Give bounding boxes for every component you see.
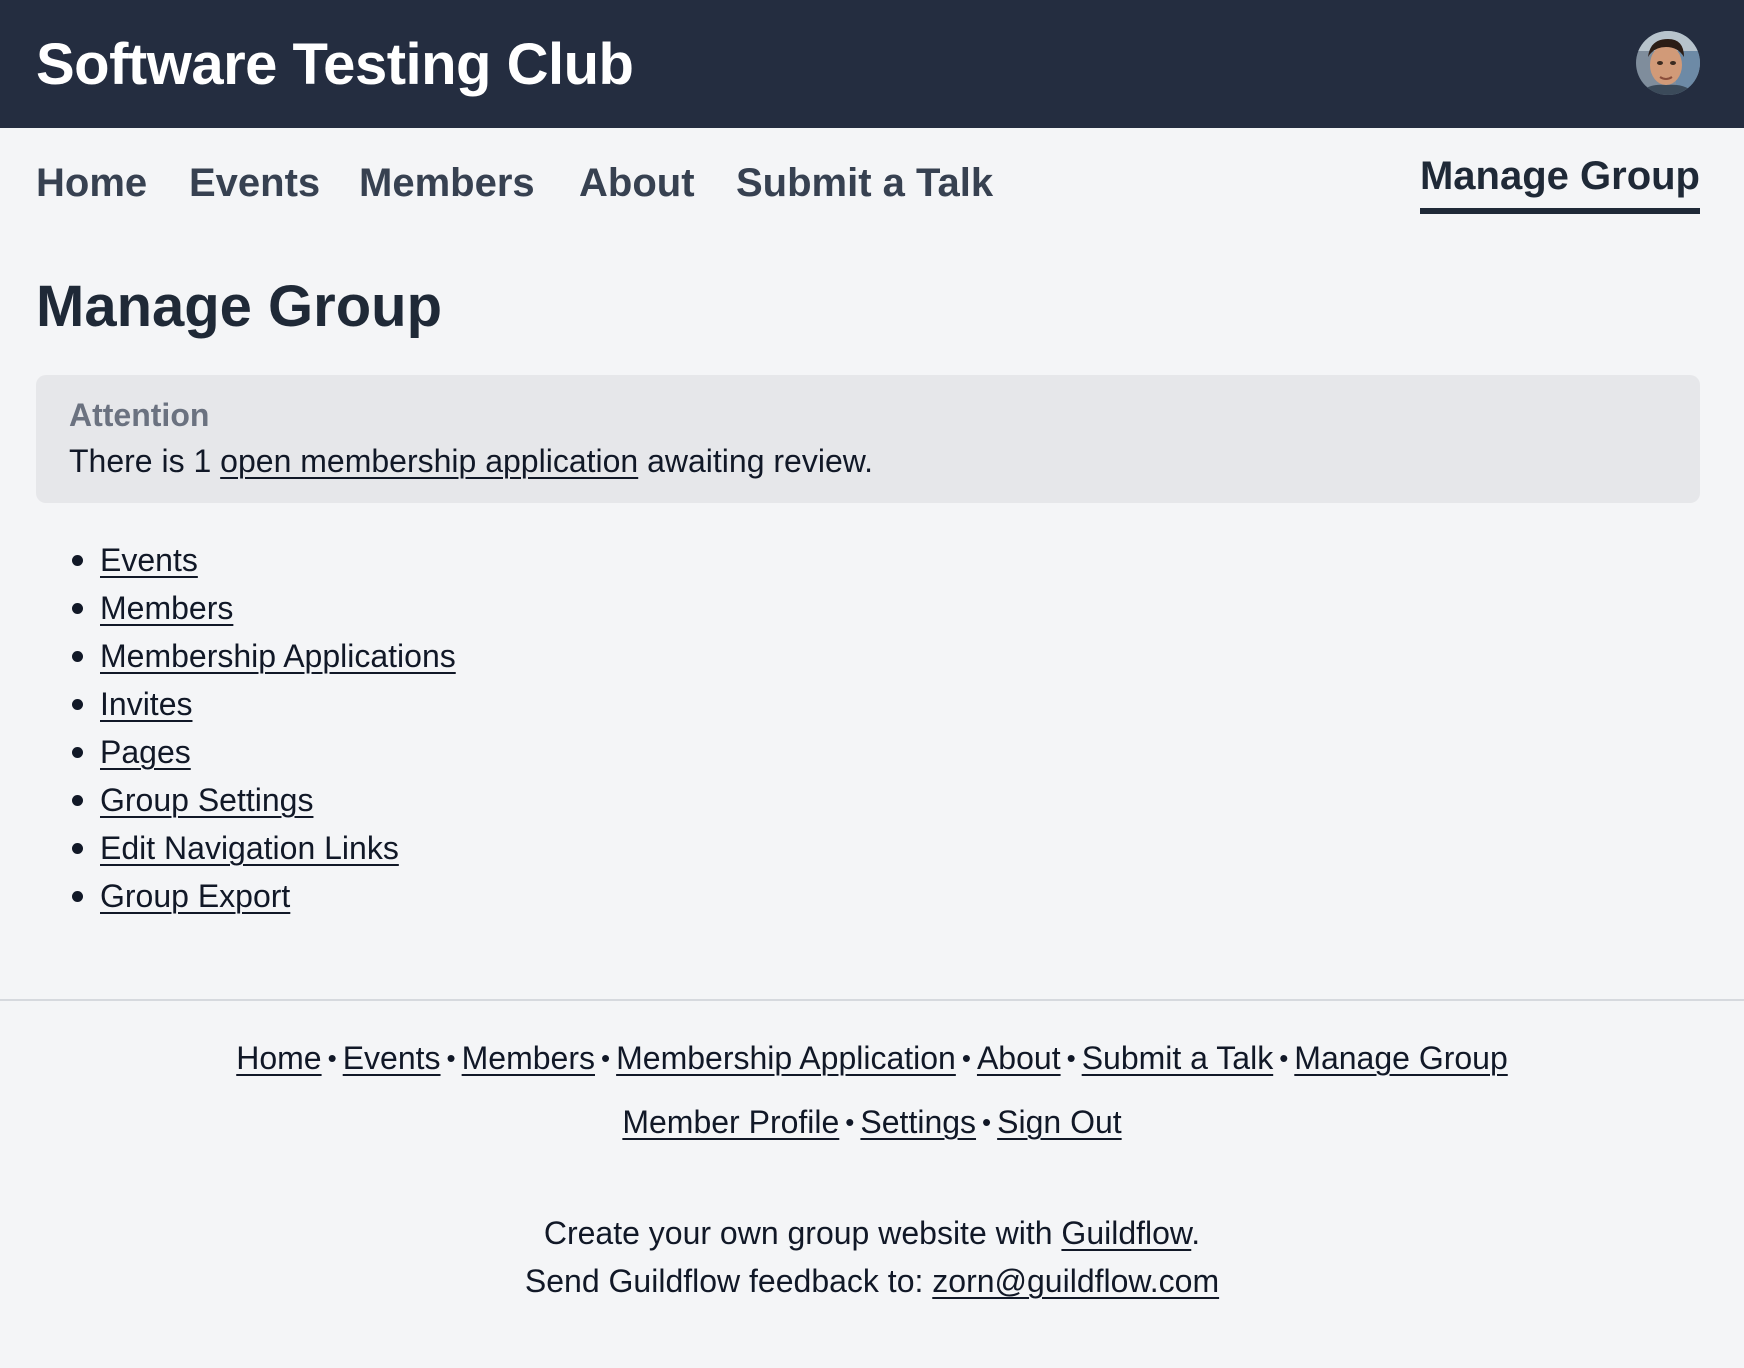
list-item: Events (62, 538, 456, 586)
list-item: Pages (62, 730, 456, 778)
footer-submit-a-talk-link[interactable]: Submit a Talk (1082, 1040, 1274, 1076)
pages-link[interactable]: Pages (100, 734, 191, 770)
list-item: Group Settings (62, 778, 456, 826)
open-application-link[interactable]: open membership application (220, 443, 638, 479)
footer-divider (0, 999, 1744, 1001)
alert-message: There is 1 open membership application a… (69, 441, 873, 481)
separator: • (961, 1043, 971, 1073)
list-item: Invites (62, 682, 456, 730)
footer-member-profile-link[interactable]: Member Profile (622, 1104, 839, 1140)
alert-message-suffix: awaiting review. (638, 443, 873, 479)
site-title[interactable]: Software Testing Club (36, 30, 634, 100)
footer-nav-primary: Home • Events • Members • Membership Applicati… (0, 1036, 1744, 1080)
invites-link[interactable]: Invites (100, 686, 192, 722)
page-title: Manage Group (36, 274, 443, 339)
bullet-icon (72, 651, 83, 662)
list-item: Edit Navigation Links (62, 826, 456, 874)
manage-events-link[interactable]: Events (100, 542, 198, 578)
nav-manage-group[interactable]: Manage Group (1419, 152, 1700, 214)
list-item: Group Export (62, 874, 456, 922)
feedback-email-link[interactable]: zorn@guildflow.com (932, 1263, 1219, 1299)
nav-submit-a-talk[interactable]: Submit a Talk (736, 159, 993, 207)
manage-members-link[interactable]: Members (100, 590, 233, 626)
separator: • (982, 1107, 992, 1137)
footer-feedback: Send Guildflow feedback to: zorn@guildfl… (0, 1259, 1744, 1303)
bullet-icon (72, 603, 83, 614)
membership-applications-link[interactable]: Membership Applications (100, 638, 456, 674)
user-avatar-icon[interactable] (1636, 31, 1700, 95)
footer-manage-group-link[interactable]: Manage Group (1294, 1040, 1507, 1076)
footer-settings-link[interactable]: Settings (860, 1104, 976, 1140)
site-header: Software Testing Club (0, 0, 1744, 128)
guildflow-link[interactable]: Guildflow (1061, 1215, 1191, 1251)
separator: • (1066, 1043, 1076, 1073)
bullet-icon (72, 699, 83, 710)
footer-events-link[interactable]: Events (343, 1040, 441, 1076)
footer-about-link[interactable]: About (977, 1040, 1061, 1076)
footer-home-link[interactable]: Home (236, 1040, 321, 1076)
attention-alert: Attention There is 1 open membership app… (36, 375, 1700, 503)
footer-members-link[interactable]: Members (462, 1040, 595, 1076)
bullet-icon (72, 843, 83, 854)
separator: • (1279, 1043, 1289, 1073)
nav-about[interactable]: About (579, 159, 695, 207)
nav-home[interactable]: Home (36, 159, 147, 207)
bullet-icon (72, 795, 83, 806)
group-settings-link[interactable]: Group Settings (100, 782, 313, 818)
footer-promo: Create your own group website with Guild… (0, 1211, 1744, 1255)
promo-suffix: . (1191, 1215, 1201, 1251)
bullet-icon (72, 891, 83, 902)
nav-members[interactable]: Members (359, 159, 535, 207)
footer-nav-account: Member Profile • Settings • Sign Out (0, 1100, 1744, 1144)
promo-prefix: Create your own group website with (543, 1215, 1062, 1251)
separator: • (327, 1043, 337, 1073)
manage-links-list: Events Members Membership Applications I… (62, 538, 456, 922)
alert-title: Attention (69, 397, 210, 433)
footer-membership-application-link[interactable]: Membership Application (616, 1040, 956, 1076)
bullet-icon (72, 747, 83, 758)
edit-navigation-links-link[interactable]: Edit Navigation Links (100, 830, 399, 866)
list-item: Members (62, 586, 456, 634)
group-export-link[interactable]: Group Export (100, 878, 290, 914)
alert-message-prefix: There is 1 (69, 443, 221, 479)
separator: • (845, 1107, 855, 1137)
nav-events[interactable]: Events (189, 159, 320, 207)
feedback-prefix: Send Guildflow feedback to: (524, 1263, 933, 1299)
list-item: Membership Applications (62, 634, 456, 682)
separator: • (446, 1043, 456, 1073)
bullet-icon (72, 555, 83, 566)
separator: • (601, 1043, 611, 1073)
footer-sign-out-link[interactable]: Sign Out (997, 1104, 1122, 1140)
